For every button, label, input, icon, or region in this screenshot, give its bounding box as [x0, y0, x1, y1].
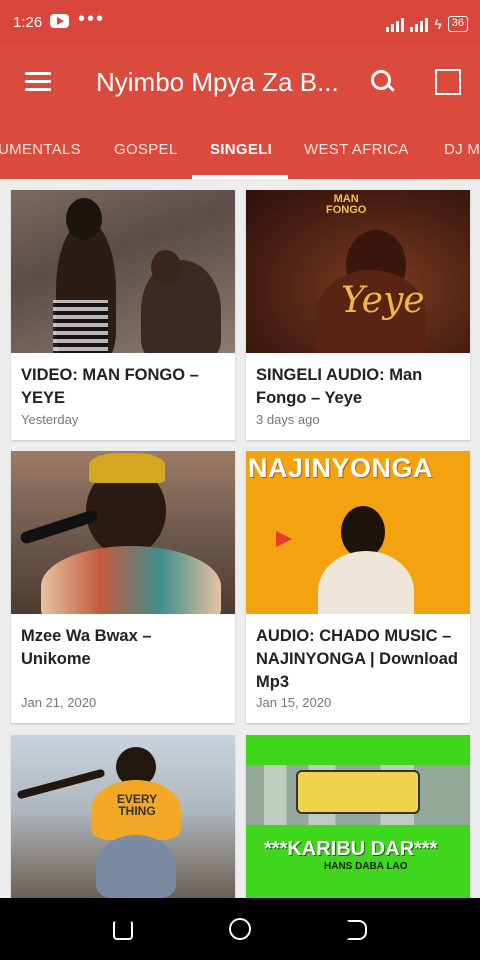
status-time: 1:26 — [13, 14, 43, 31]
post-title: SINGELI AUDIO: Man Fongo – Yeye — [256, 366, 423, 407]
battery-icon: 36 — [447, 16, 468, 32]
home-icon[interactable] — [229, 918, 251, 940]
search-icon[interactable] — [371, 70, 395, 94]
post-thumbnail — [11, 190, 235, 353]
cover-title-text: NAJINYONGA — [248, 453, 434, 483]
cover-artist-text: MAN FONGO — [326, 193, 367, 216]
post-thumbnail: MAN FONGO Yeye — [246, 190, 470, 353]
cover-artist-text: HANS DABA LAO — [324, 861, 408, 872]
hamburger-menu-icon[interactable] — [25, 72, 51, 92]
tab-gospel[interactable]: GOSPEL — [114, 141, 178, 158]
active-tab-indicator — [192, 175, 288, 179]
status-icons: ϟ 36 — [386, 12, 468, 32]
signal-icon-2 — [410, 16, 429, 32]
cover-shirt-text: EVERY THING — [116, 792, 158, 818]
recent-apps-icon[interactable] — [113, 920, 133, 940]
signal-icon — [386, 16, 405, 32]
post-date: 3 days ago — [256, 412, 320, 427]
post-thumbnail — [11, 451, 235, 614]
tab-west-africa[interactable]: WEST AFRICA — [304, 141, 409, 158]
post-card[interactable]: MAN FONGO Yeye SINGELI AUDIO: Man Fongo … — [246, 190, 470, 440]
post-thumbnail: ***KARIBU DAR*** HANS DABA LAO — [246, 735, 470, 898]
youtube-notification-icon — [50, 14, 69, 28]
more-notifications-icon: ••• — [78, 8, 106, 30]
charging-icon: ϟ — [434, 16, 442, 32]
post-card[interactable]: NAJINYONGA AUDIO: CHADO MUSIC – NAJINYON… — [246, 451, 470, 723]
back-icon[interactable] — [347, 920, 367, 940]
post-card[interactable]: VIDEO: MAN FONGO – YEYE Yesterday — [11, 190, 235, 440]
post-card[interactable]: Mzee Wa Bwax – Unikome Jan 21, 2020 — [11, 451, 235, 723]
post-title: AUDIO: CHADO MUSIC – NAJINYONGA | Downlo… — [256, 627, 459, 691]
cover-title-text: ***KARIBU DAR*** — [264, 838, 438, 860]
tab-instrumentals[interactable]: UMENTALS — [0, 141, 81, 158]
tab-singeli[interactable]: SINGELI — [210, 141, 272, 158]
post-card[interactable]: EVERY THING — [11, 735, 235, 898]
page-title: Nyimbo Mpya Za B... — [96, 67, 339, 97]
post-thumbnail: NAJINYONGA — [246, 451, 470, 614]
post-title: Mzee Wa Bwax – Unikome — [21, 627, 152, 668]
square-icon[interactable] — [435, 69, 461, 95]
post-date: Jan 21, 2020 — [21, 695, 97, 710]
status-bar: 1:26 ••• ϟ 36 — [0, 0, 480, 45]
post-title: VIDEO: MAN FONGO – YEYE — [21, 366, 199, 407]
category-tabs: UMENTALS GOSPEL SINGELI WEST AFRICA DJ M — [0, 120, 480, 179]
cover-song-text: Yeye — [341, 280, 425, 321]
post-card[interactable]: ***KARIBU DAR*** HANS DABA LAO — [246, 735, 470, 898]
post-thumbnail: EVERY THING — [11, 735, 235, 898]
app-toolbar: Nyimbo Mpya Za B... — [0, 45, 480, 120]
system-navigation-bar — [0, 898, 480, 960]
tab-dj[interactable]: DJ M — [444, 141, 480, 158]
post-date: Yesterday — [21, 412, 79, 427]
post-date: Jan 15, 2020 — [256, 695, 332, 710]
